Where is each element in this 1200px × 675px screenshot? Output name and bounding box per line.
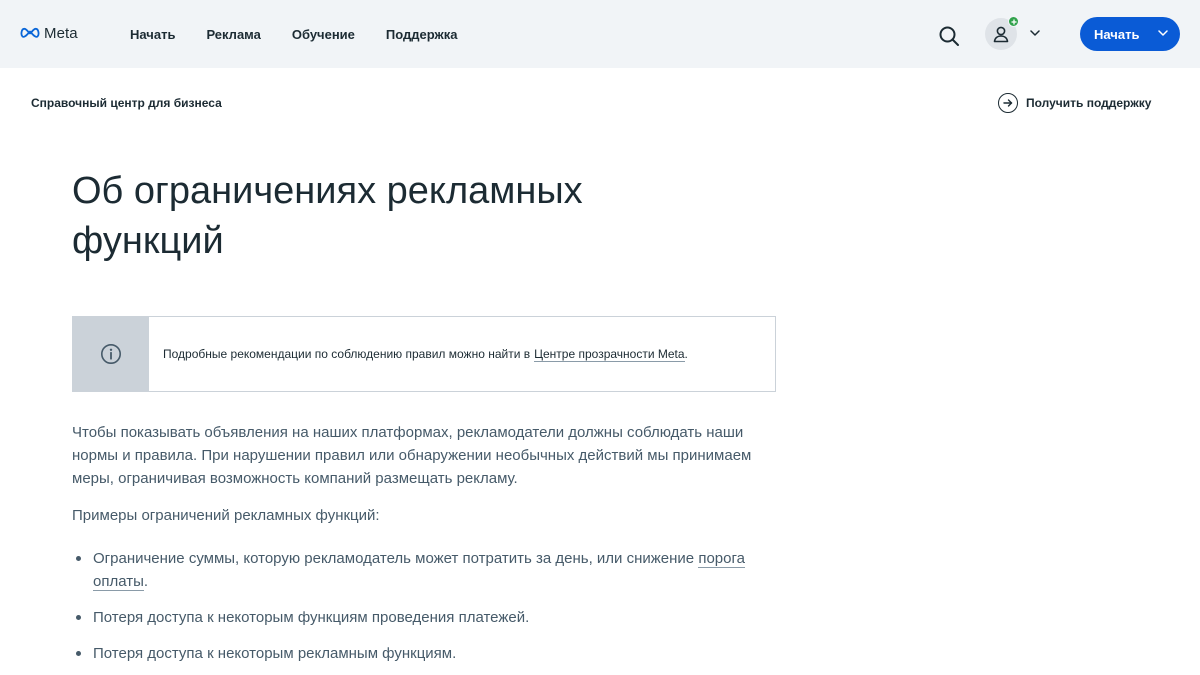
plus-icon xyxy=(1011,19,1016,24)
transparency-center-link[interactable]: Центре прозрачности Meta xyxy=(534,347,685,362)
notice-suffix: . xyxy=(684,347,688,361)
user-icon xyxy=(993,26,1009,43)
notice-body: Подробные рекомендации по соблюдению пра… xyxy=(163,347,531,361)
nav-item-ads[interactable]: Реклама xyxy=(206,27,260,42)
info-icon xyxy=(101,344,121,364)
top-navigation: Meta Начать Реклама Обучение Поддержка Н… xyxy=(0,0,1200,68)
status-dot xyxy=(1008,16,1019,27)
nav-item-start[interactable]: Начать xyxy=(130,27,175,42)
page-title: Об ограничениях рекламных функций xyxy=(72,170,583,262)
search-icon xyxy=(939,26,959,46)
avatar xyxy=(985,16,1019,50)
bullet xyxy=(76,615,81,620)
list-item: Потеря доступа к некоторым функциям пров… xyxy=(72,606,772,629)
get-support-label: Получить поддержку xyxy=(1026,96,1152,110)
chevron-down-icon xyxy=(1158,30,1168,36)
info-notice: Подробные рекомендации по соблюдению пра… xyxy=(72,316,776,392)
notice-text: Подробные рекомендации по соблюдению пра… xyxy=(149,317,688,391)
list-item: Ограничение суммы, которую рекламодатель… xyxy=(72,547,772,593)
meta-infinity-icon xyxy=(20,27,40,38)
start-button-label: Начать xyxy=(1094,27,1140,42)
list-item-text: Потеря доступа к некоторым рекламным фун… xyxy=(93,645,457,662)
get-support-link[interactable]: Получить поддержку xyxy=(998,92,1151,114)
main-nav: Начать Реклама Обучение Поддержка xyxy=(130,0,457,68)
start-button[interactable]: Начать xyxy=(1080,17,1180,51)
help-center-title[interactable]: Справочный центр для бизнеса xyxy=(31,96,222,110)
arrow-right-circle-icon xyxy=(998,93,1018,113)
chevron-down-icon xyxy=(1030,30,1040,36)
arrow-right-icon xyxy=(1003,99,1013,107)
list-item-suffix: . xyxy=(143,573,149,590)
meta-logo[interactable]: Meta xyxy=(20,22,78,44)
intro-paragraph: Чтобы показывать объявления на наших пла… xyxy=(72,424,752,487)
nav-item-learning[interactable]: Обучение xyxy=(292,27,355,42)
examples-label: Примеры ограничений рекламных функций: xyxy=(72,507,380,524)
nav-item-support[interactable]: Поддержка xyxy=(386,27,458,42)
bullet xyxy=(76,556,81,561)
search-button[interactable] xyxy=(937,24,961,48)
account-menu[interactable] xyxy=(985,16,1043,50)
list-item-text: Ограничение суммы, которую рекламодатель… xyxy=(93,550,699,567)
logo-text: Meta xyxy=(44,24,78,42)
restrictions-list: Ограничение суммы, которую рекламодатель… xyxy=(72,547,772,665)
list-item-text: Потеря доступа к некоторым функциям пров… xyxy=(93,609,530,626)
notice-icon-panel xyxy=(73,317,149,391)
list-item: Потеря доступа к некоторым рекламным фун… xyxy=(72,642,772,665)
bullet xyxy=(76,651,81,656)
